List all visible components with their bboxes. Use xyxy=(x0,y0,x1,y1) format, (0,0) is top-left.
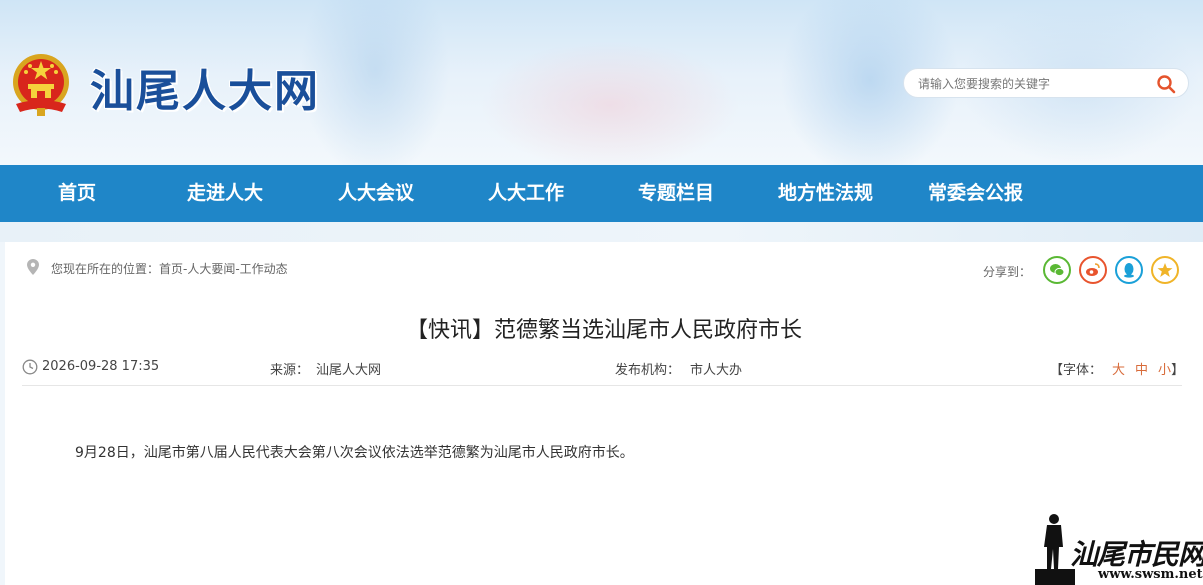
location-pin-icon xyxy=(27,259,39,275)
article-meta: 2026-09-28 17:35 来源： 汕尾人大网 发布机构： 市人大办 【字… xyxy=(22,354,1184,386)
font-large-button[interactable]: 大 xyxy=(1112,363,1125,378)
share-label: 分享到： xyxy=(983,265,1032,279)
font-size-label: 【字体： xyxy=(1050,363,1103,378)
nav-item-regulations[interactable]: 地方性法规 xyxy=(778,165,873,222)
wechat-icon xyxy=(1050,264,1065,277)
national-emblem-icon xyxy=(13,54,69,116)
nav-shadow-strip xyxy=(0,222,1203,242)
weibo-icon xyxy=(1086,263,1100,276)
article-panel: 您现在所在的位置：首页-人大要闻-工作动态 分享到： 【快讯】范德繁当选汕尾市人… xyxy=(5,242,1203,585)
watermark-url: www.swsm.net xyxy=(1098,567,1203,582)
search-icon[interactable] xyxy=(1156,74,1176,94)
font-size-close: 】 xyxy=(1171,363,1185,378)
font-small-button[interactable]: 小 xyxy=(1158,363,1171,378)
search-input[interactable] xyxy=(918,75,1148,93)
article-body: 9月28日，汕尾市第八届人民代表大会第八次会议依法选举范德繁为汕尾市人民政府市长… xyxy=(75,445,634,461)
share-qzone-button[interactable] xyxy=(1151,256,1179,284)
site-header: 汕尾人大网 xyxy=(0,0,1203,165)
qzone-star-icon xyxy=(1157,263,1173,277)
banner-decoration xyxy=(300,0,450,165)
main-nav: 首页 走进人大 人大会议 人大工作 专题栏目 地方性法规 常委会公报 xyxy=(0,165,1203,222)
banner-decoration xyxy=(480,40,740,165)
nav-item-about[interactable]: 走进人大 xyxy=(187,165,263,222)
nav-item-topics[interactable]: 专题栏目 xyxy=(638,165,714,222)
publisher-value: 市人大办 xyxy=(690,363,743,378)
search-box xyxy=(903,68,1189,98)
font-size-control: 【字体： 大中小】 xyxy=(1050,359,1184,378)
nav-item-home[interactable]: 首页 xyxy=(58,165,96,222)
clock-icon xyxy=(22,359,38,375)
breadcrumb[interactable]: 您现在所在的位置：首页-人大要闻-工作动态 xyxy=(51,260,288,277)
article-title: 【快讯】范德繁当选汕尾市人民政府市长 xyxy=(405,318,802,343)
font-medium-button[interactable]: 中 xyxy=(1135,363,1148,378)
nav-item-meetings[interactable]: 人大会议 xyxy=(338,165,414,222)
share-qq-button[interactable] xyxy=(1115,256,1143,284)
nav-item-work[interactable]: 人大工作 xyxy=(488,165,564,222)
share-wechat-button[interactable] xyxy=(1043,256,1071,284)
publish-datetime: 2026-09-28 17:35 xyxy=(42,359,160,374)
nav-item-bulletin[interactable]: 常委会公报 xyxy=(928,165,1023,222)
share-weibo-button[interactable] xyxy=(1079,256,1107,284)
publisher-label: 发布机构： xyxy=(615,363,681,378)
source-value: 汕尾人大网 xyxy=(316,363,382,378)
source-label: 来源： xyxy=(270,363,310,378)
site-title[interactable]: 汕尾人大网 xyxy=(90,55,320,119)
qq-icon xyxy=(1124,263,1134,278)
